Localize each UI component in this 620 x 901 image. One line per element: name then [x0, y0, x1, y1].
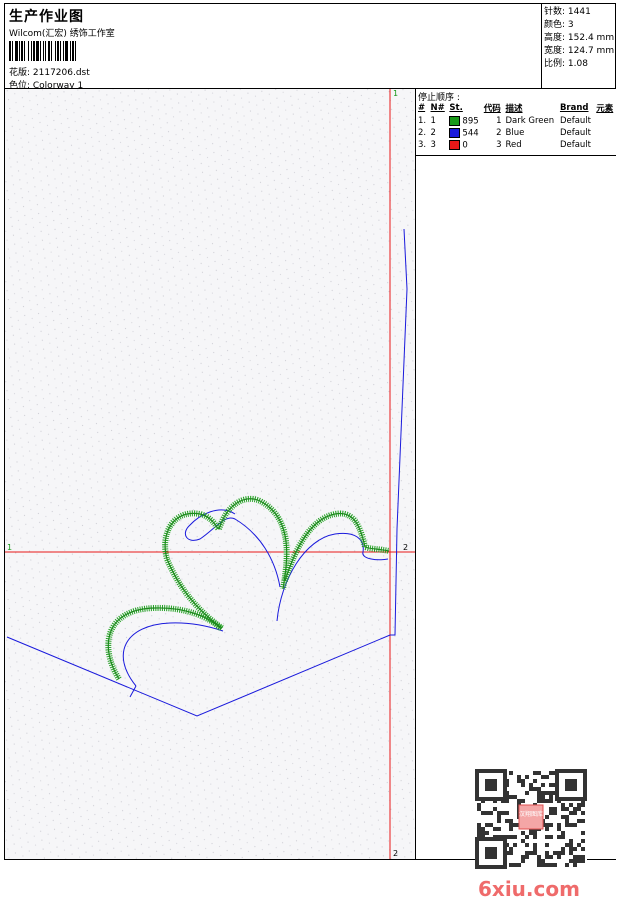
row-index-value: 3.	[418, 140, 427, 150]
color-code-value: 2	[496, 128, 502, 138]
marker-bottom: 2	[393, 849, 398, 858]
stitch-count-value: 895	[462, 116, 479, 127]
color-description-value: Blue	[505, 128, 525, 138]
row-index: 3.	[416, 139, 429, 151]
stitch-count: 544	[447, 127, 481, 139]
barcode	[9, 41, 76, 61]
needle-number-value: 3	[430, 140, 436, 150]
color-swatch	[449, 127, 461, 138]
element-cell	[594, 115, 616, 127]
color-code: 1	[482, 115, 504, 127]
stitch-count: 0	[447, 139, 481, 151]
column-header: 代码	[483, 104, 501, 114]
thread-brand-value: Default	[559, 116, 592, 126]
needle-number-value: 2	[430, 128, 436, 138]
worksheet-header: 生产作业图 Wilcom(汇宏) 绣饰工作室 花版: 2117206.dst 色…	[4, 3, 616, 91]
qr-code-watermark: 汉翔图库	[475, 769, 587, 869]
row-index-value: 2.	[418, 128, 427, 138]
stat-width: 宽度: 124.7 mm	[544, 46, 615, 56]
color-swatch	[449, 115, 461, 126]
stop-sequence-table: # N# St. 代码 描述 Brand 元素 1. 1 895 1 Dark Gree…	[416, 101, 616, 151]
needle-number: 2	[429, 127, 448, 139]
design-area: 1 1 2 2 停止顺序: # N# St. 代码 描述 Brand 元素 1…	[4, 88, 616, 901]
color-description-value: Red	[505, 140, 522, 150]
thread-brand: Default	[558, 127, 594, 139]
column-header: 描述	[505, 104, 523, 114]
color-description-value: Dark Green	[505, 116, 555, 126]
stitch-count-value: 544	[462, 128, 479, 139]
production-worksheet: 生产作业图 Wilcom(汇宏) 绣饰工作室 花版: 2117206.dst 色…	[0, 0, 620, 901]
stat-scale: 比例: 1.08	[544, 59, 588, 69]
stitch-count: 895	[447, 115, 481, 127]
color-code: 2	[482, 127, 504, 139]
thread-brand-value: Default	[559, 140, 592, 150]
divider	[416, 155, 616, 156]
table-row: 1. 1 895 1 Dark Green Default	[416, 115, 616, 127]
row-index: 1.	[416, 115, 429, 127]
column-header: #	[418, 103, 426, 113]
row-index: 2.	[416, 127, 429, 139]
color-description: Blue	[504, 127, 558, 139]
stop-sequence-panel: 停止顺序 : # N# St. 代码 描述 Brand 元素 1. 1 895 1 Da…	[415, 89, 616, 859]
color-code-value: 1	[496, 116, 502, 126]
element-cell	[594, 127, 616, 139]
site-watermark: 6xiu.com	[478, 877, 580, 901]
color-description: Dark Green	[504, 115, 558, 127]
embroidery-canvas: 1 1 2 2	[5, 89, 415, 859]
needle-number-value: 1	[430, 116, 436, 126]
stat-height: 高度: 152.4 mm	[544, 33, 615, 43]
marker-right: 2	[403, 543, 408, 552]
row-index-value: 1.	[418, 116, 427, 126]
company-name: Wilcom(汇宏) 绣饰工作室	[9, 29, 115, 39]
color-code: 3	[482, 139, 504, 151]
column-header: N#	[430, 103, 445, 113]
color-description: Red	[504, 139, 558, 151]
qr-center-label: 汉翔图库	[519, 810, 543, 818]
thread-brand: Default	[558, 139, 594, 151]
stitch-count-value: 0	[462, 140, 468, 151]
table-header-row: # N# St. 代码 描述 Brand 元素	[416, 101, 616, 115]
page-title: 生产作业图	[9, 9, 84, 25]
table-row: 3. 3 0 3 Red Default	[416, 139, 616, 151]
stat-stitches: 针数: 1441	[544, 7, 591, 17]
thread-brand: Default	[558, 115, 594, 127]
element-cell	[594, 139, 616, 151]
design-file: 花版: 2117206.dst	[9, 68, 90, 78]
marker-top: 1	[393, 89, 398, 98]
column-header: Brand	[559, 103, 589, 113]
marker-left: 1	[7, 543, 12, 552]
color-code-value: 3	[496, 140, 502, 150]
needle-number: 1	[429, 115, 448, 127]
column-header: 元素	[596, 104, 614, 114]
table-row: 2. 2 544 2 Blue Default	[416, 127, 616, 139]
stat-colors: 颜色: 3	[544, 20, 574, 30]
needle-number: 3	[429, 139, 448, 151]
design-stats: 针数: 1441 颜色: 3 高度: 152.4 mm 宽度: 124.7 mm…	[541, 4, 615, 89]
column-header: St.	[449, 103, 463, 113]
color-swatch	[449, 139, 461, 150]
thread-brand-value: Default	[559, 128, 592, 138]
